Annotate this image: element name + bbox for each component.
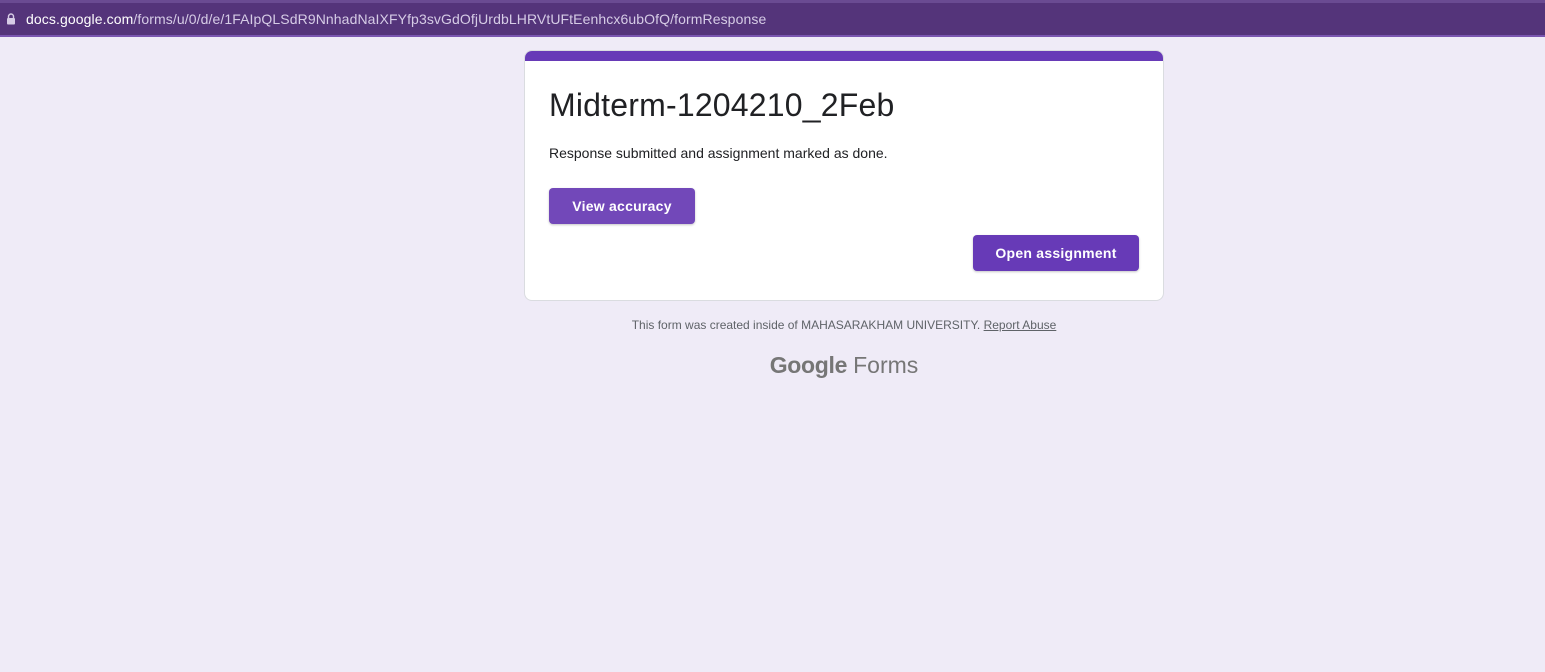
open-assignment-button[interactable]: Open assignment	[973, 235, 1139, 271]
card-accent-bar	[525, 51, 1163, 61]
url-domain: docs.google.com	[26, 11, 134, 27]
report-abuse-link[interactable]: Report Abuse	[984, 318, 1057, 332]
lock-icon[interactable]	[5, 12, 17, 26]
view-accuracy-button[interactable]: View accuracy	[549, 188, 695, 224]
address-bar[interactable]: docs.google.com/forms/u/0/d/e/1FAIpQLSdR…	[0, 0, 1545, 37]
footer-note: This form was created inside of MAHASARA…	[524, 318, 1164, 332]
brand-google: Google	[769, 352, 848, 378]
url-text[interactable]: docs.google.com/forms/u/0/d/e/1FAIpQLSdR…	[26, 11, 766, 27]
footer-note-text: This form was created inside of MAHASARA…	[631, 318, 981, 332]
google-forms-logo[interactable]: Google Forms	[524, 352, 1164, 379]
confirmation-message: Response submitted and assignment marked…	[549, 145, 888, 161]
brand-forms: Forms	[853, 352, 919, 378]
form-title: Midterm-1204210_2Feb	[549, 87, 895, 123]
url-path: /forms/u/0/d/e/1FAIpQLSdR9NnhadNaIXFYfp3…	[133, 11, 767, 27]
response-card: Midterm-1204210_2Feb Response submitted …	[524, 50, 1164, 301]
